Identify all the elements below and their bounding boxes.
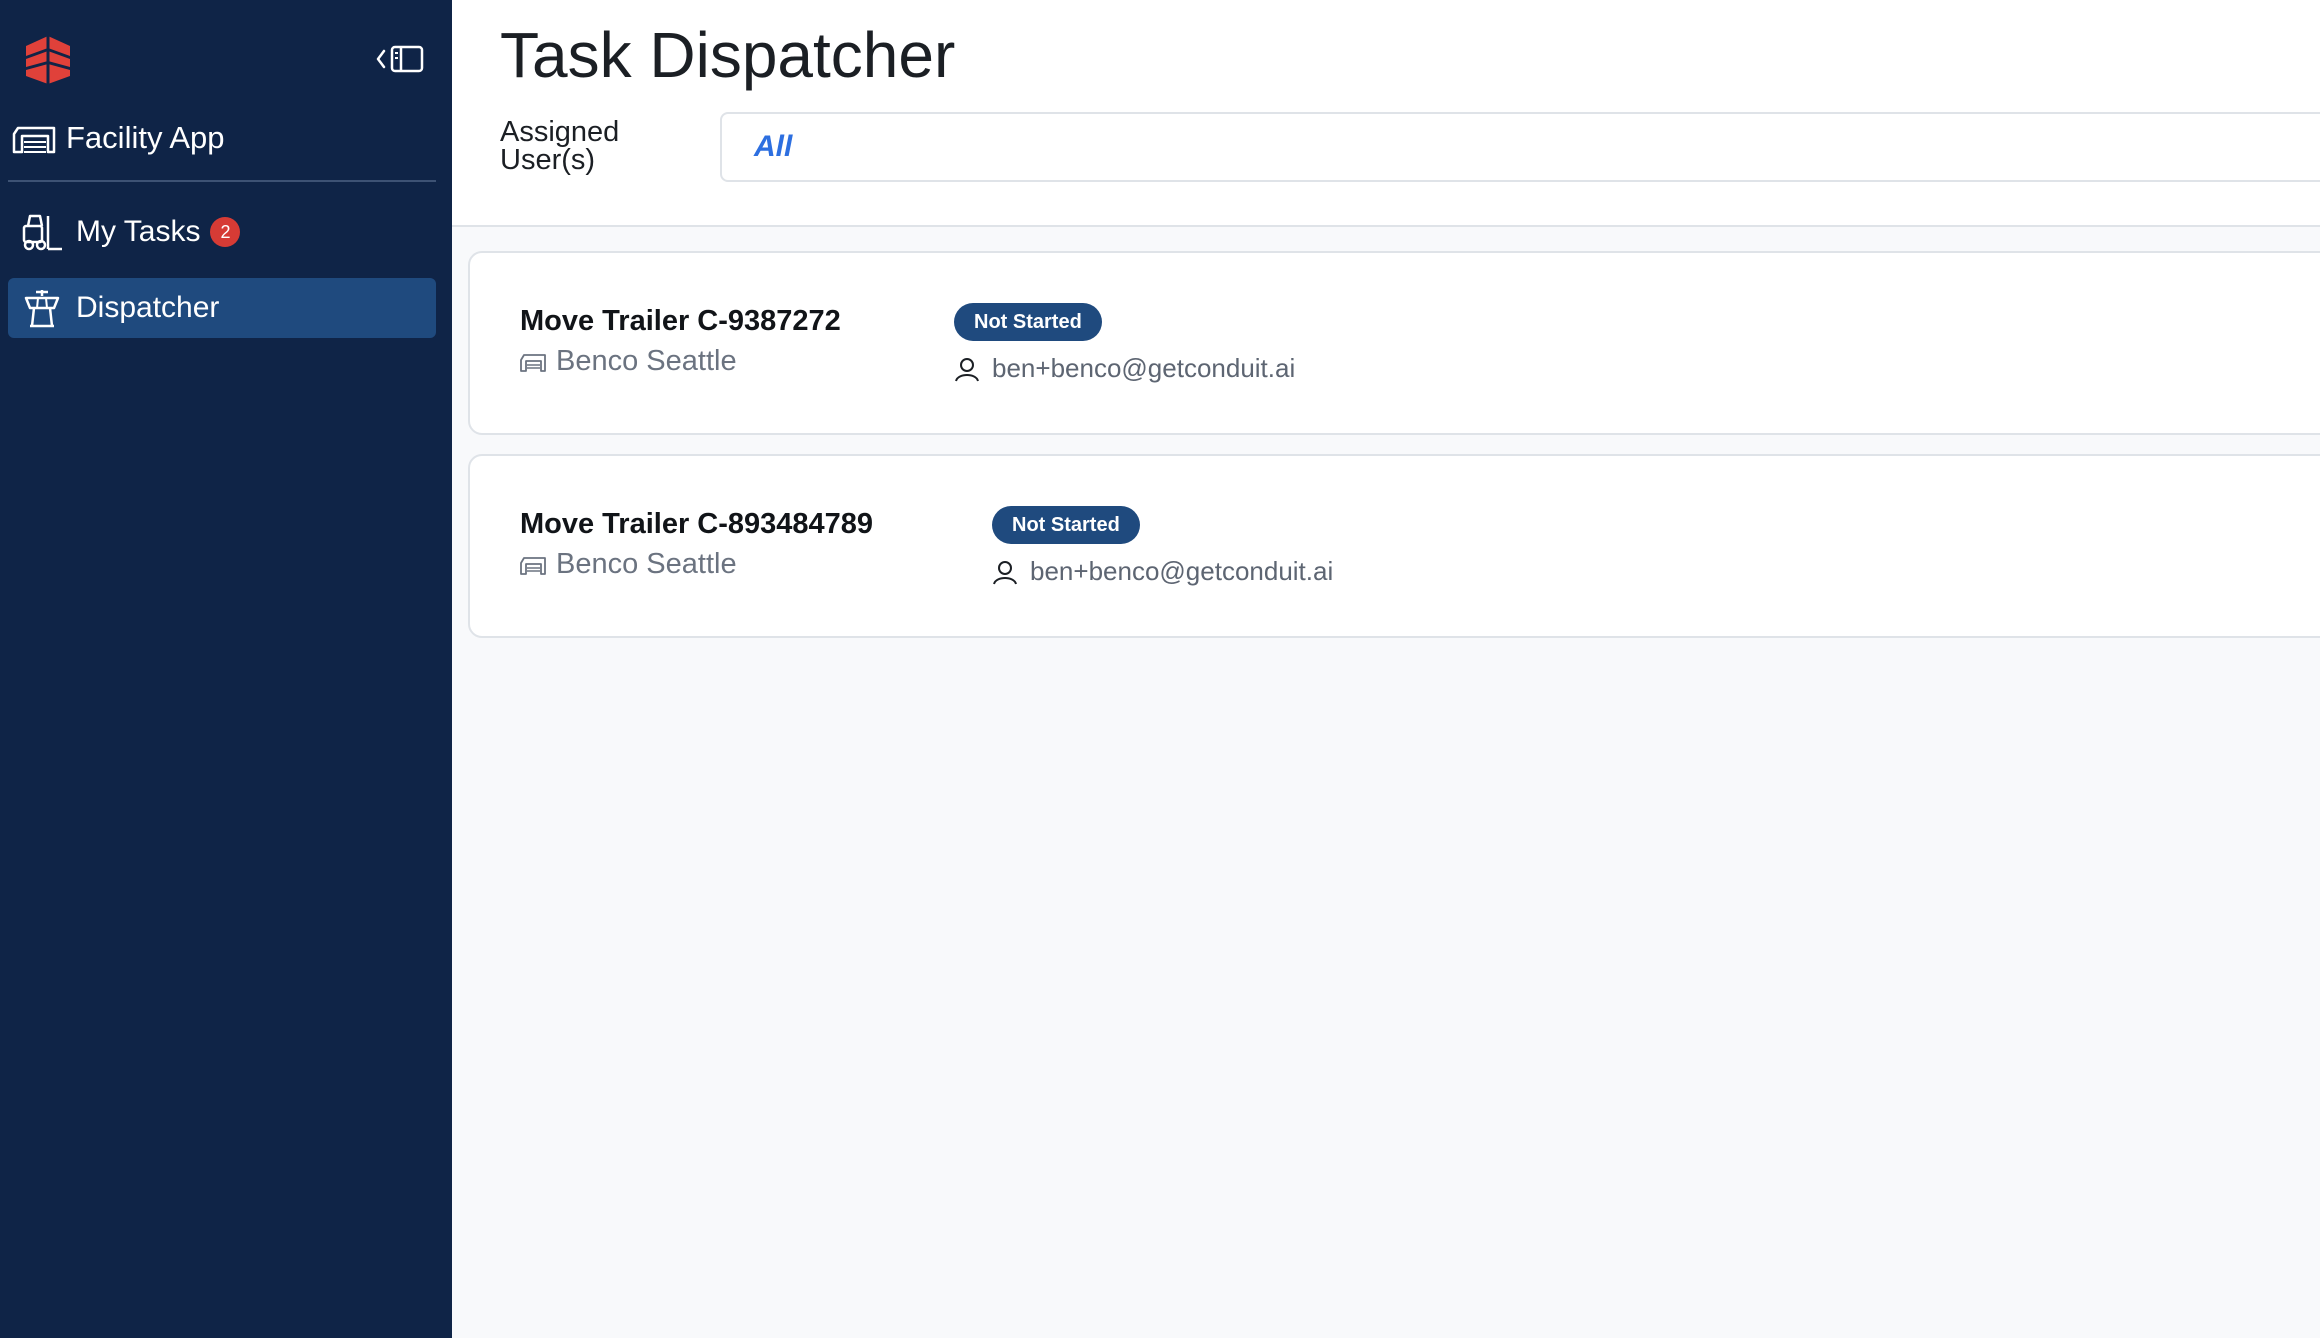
task-card[interactable]: Move Trailer C-9387272 Benco Seattle Not… [468,251,2320,435]
task-assignee: ben+benco@getconduit.ai [992,556,1333,587]
task-assignee-email: ben+benco@getconduit.ai [992,353,1296,383]
status-badge: Not Started [954,303,1102,341]
facility-app-label: Facility App [66,120,225,155]
assigned-users-label: Assigned User(s) [500,116,620,176]
forklift-icon [22,214,62,251]
sidebar-item-dispatcher[interactable]: Dispatcher [8,278,436,338]
warehouse-icon [12,126,56,154]
sidebar-item-my-tasks[interactable]: My Tasks 2 [8,202,436,262]
user-icon [993,560,1017,584]
warehouse-icon [520,353,546,372]
sidebar-item-label: My Tasks [76,215,201,248]
control-tower-icon [24,290,60,328]
task-site-label: Benco Seattle [556,345,737,377]
task-count-badge: 2 [210,217,241,247]
brand-logo-icon[interactable] [22,34,74,86]
app: Facility App My Tasks 2 Dispatcher Task … [0,0,2320,1338]
warehouse-icon [520,556,546,575]
assigned-users-value: All [754,130,793,163]
page-header: Task Dispatcher Assigned User(s) All [452,0,2320,227]
task-site: Benco Seattle [520,345,737,378]
task-site: Benco Seattle [520,548,737,581]
task-card[interactable]: Move Trailer C-893484789 Benco Seattle N… [468,454,2320,638]
task-site-label: Benco Seattle [556,548,737,580]
user-icon [955,357,979,381]
page-title: Task Dispatcher [500,19,956,91]
task-title: Move Trailer C-893484789 [520,508,874,540]
sidebar-item-label: Dispatcher [76,291,220,324]
sidebar: Facility App My Tasks 2 Dispatcher [0,0,452,1338]
task-title: Move Trailer C-9387272 [520,305,841,337]
status-badge: Not Started [992,506,1140,544]
main-content: Task Dispatcher Assigned User(s) All Mov… [452,0,2320,1338]
task-assignee-email: ben+benco@getconduit.ai [1030,556,1334,586]
sidebar-divider [8,180,436,182]
facility-app-link[interactable]: Facility App [12,112,225,164]
task-assignee: ben+benco@getconduit.ai [954,353,1295,384]
assigned-users-select[interactable]: All [720,112,2320,182]
collapse-sidebar-icon[interactable] [372,42,428,76]
